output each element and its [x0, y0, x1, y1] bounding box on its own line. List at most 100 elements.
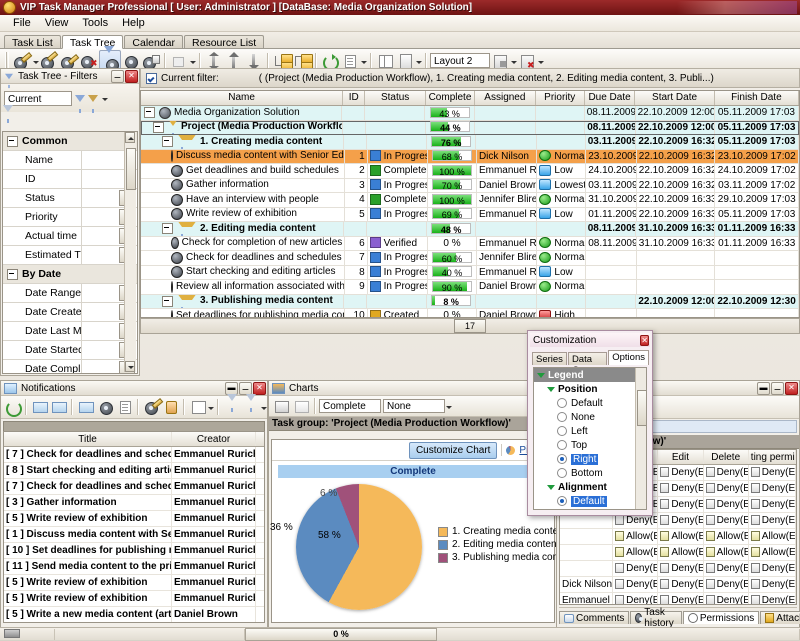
permission-cell[interactable]: Deny(E [658, 593, 703, 605]
radio-option[interactable]: Bottom [534, 466, 635, 480]
filter-row-value[interactable] [81, 227, 119, 245]
save-filter-icon[interactable] [88, 95, 98, 102]
list-item[interactable]: [ 7 ] Check for deadlines and schedulesE… [4, 479, 264, 495]
apply-filter-icon[interactable] [75, 95, 85, 102]
menu-item-help[interactable]: Help [115, 16, 152, 30]
tree-node[interactable]: Legend [534, 368, 635, 382]
permission-cell[interactable]: Deny(E [749, 481, 796, 496]
grid-col-priority[interactable]: Priority [536, 91, 585, 105]
filter-row[interactable]: Date Create [3, 303, 137, 322]
filter-group-by-date[interactable]: By Date [3, 265, 137, 284]
permission-cell[interactable]: Deny(E [704, 481, 749, 496]
permission-cell[interactable]: Deny(E [749, 577, 796, 592]
table-row[interactable]: Allow(EAllow(EAllow(EAllow(E [560, 545, 796, 561]
grid-col-id[interactable]: ID [343, 91, 365, 105]
filters-scroll-thumb[interactable] [126, 148, 136, 190]
tab-resource-list[interactable]: Resource List [184, 35, 264, 48]
customization-scrollbar[interactable] [635, 368, 646, 509]
permission-cell[interactable]: Deny(E [704, 497, 749, 512]
minimize-notifications-button[interactable]: ▬ [225, 382, 238, 395]
menu-item-view[interactable]: View [38, 16, 76, 30]
permission-cell[interactable]: Deny(E [749, 561, 796, 576]
dialog-tab-series[interactable]: Series [532, 352, 567, 365]
filter-row-value[interactable] [81, 246, 119, 264]
permission-cell[interactable]: Deny(E [749, 513, 796, 528]
table-row[interactable]: Set deadlines for publishing media conte… [141, 309, 799, 318]
expander-icon[interactable] [162, 296, 173, 307]
filters-scroll-up[interactable] [125, 132, 135, 143]
permission-cell[interactable]: Allow(E [658, 545, 703, 560]
filter-row-value[interactable] [81, 303, 119, 321]
radio-button[interactable] [557, 454, 567, 464]
list-item[interactable]: [ 10 ] Set deadlines for publishing medi… [4, 543, 264, 559]
new-task-dropdown-arrow[interactable] [32, 52, 39, 70]
perm-col-edit[interactable]: Edit [658, 450, 703, 464]
table-row[interactable]: Media Organization Solution43 %08.11.200… [141, 106, 799, 121]
table-row[interactable]: Dick NilsonDeny(EDeny(EDeny(EDeny(E [560, 577, 796, 593]
perm-col-setting[interactable]: ting permissi [749, 450, 796, 464]
indent-dropdown-arrow[interactable] [189, 52, 196, 70]
filter-row-value[interactable] [81, 208, 119, 226]
tab-task-history[interactable]: Task history [630, 611, 681, 624]
table-row[interactable]: 3. Publishing media content8 %22.10.2009… [141, 295, 799, 310]
filters-scrollbar[interactable] [124, 132, 136, 372]
filter-row[interactable]: Priority [3, 208, 137, 227]
mark-read-icon[interactable] [30, 397, 49, 417]
expander-icon[interactable] [7, 136, 18, 147]
table-row[interactable]: Gather information3In Progress70 %Daniel… [141, 179, 799, 194]
pin-panel-button[interactable]: ⚊ [111, 70, 124, 83]
radio-button[interactable] [557, 496, 567, 506]
radio-option[interactable]: Default [534, 396, 635, 410]
list-item[interactable]: [ 7 ] Check for deadlines and schedulesE… [4, 447, 264, 463]
radio-option[interactable]: Default [534, 494, 635, 508]
permission-cell[interactable]: Allow(E [749, 545, 796, 560]
permission-cell[interactable]: Allow(E [749, 529, 796, 544]
permission-cell[interactable]: Deny(E [704, 513, 749, 528]
menu-item-file[interactable]: File [6, 16, 38, 30]
list-item[interactable]: [ 5 ] Write review of exhibitionEmmanuel… [4, 511, 264, 527]
table-row[interactable]: Check for completion of new articles6Ver… [141, 237, 799, 252]
radio-button[interactable] [557, 412, 567, 422]
minimize-permissions-button[interactable]: ▬ [757, 382, 770, 395]
tab-calendar[interactable]: Calendar [124, 35, 183, 48]
pin-permissions-button[interactable]: ⚊ [771, 382, 784, 395]
tab-permissions[interactable]: Permissions [683, 611, 759, 624]
permission-cell[interactable]: Deny(E [658, 513, 703, 528]
expander-icon[interactable] [162, 136, 173, 147]
customization-dialog[interactable]: Customization ✕ Series Data Groups Optio… [527, 330, 653, 516]
export-dropdown-arrow[interactable] [360, 52, 367, 70]
permission-cell[interactable]: Allow(E [613, 545, 658, 560]
table-row[interactable]: Write review of exhibition5In Progress69… [141, 208, 799, 223]
filter-row-value[interactable] [81, 284, 119, 302]
print-preview-chart-icon[interactable] [291, 396, 311, 416]
notif-col-title[interactable]: Title [4, 432, 172, 446]
tab-comments[interactable]: Comments [559, 611, 629, 624]
permission-cell[interactable]: Deny(E [749, 497, 796, 512]
grid-col-start-date[interactable]: Start Date [635, 91, 714, 105]
close-notifications-button[interactable]: ✕ [253, 382, 266, 395]
permission-cell[interactable]: Allow(E [658, 529, 703, 544]
filter-preset-select[interactable]: Current [4, 91, 72, 106]
table-row[interactable]: Check for deadlines and schedules7In Pro… [141, 251, 799, 266]
perm-col-delete[interactable]: Delete [704, 450, 749, 464]
permission-cell[interactable]: Allow(E [613, 529, 658, 544]
permission-cell[interactable]: Deny(E [704, 561, 749, 576]
permission-cell[interactable]: Deny(E [658, 561, 703, 576]
grid-col-complete[interactable]: Complete [426, 91, 475, 105]
permission-cell[interactable]: Allow(E [704, 529, 749, 544]
radio-option[interactable]: None [534, 410, 635, 424]
tree-node[interactable]: Alignment [534, 480, 635, 494]
table-row[interactable]: Emmanuel RurichDeny(EDeny(EDeny(EDeny(E [560, 593, 796, 605]
expander-icon[interactable] [7, 269, 18, 280]
task-grid-hscroll-thumb[interactable]: 17 [454, 319, 486, 333]
current-filter-checkbox[interactable] [146, 73, 157, 84]
filter-row-value[interactable] [81, 360, 119, 374]
tab-task-tree[interactable]: Task Tree [62, 35, 124, 49]
radio-option[interactable]: Left [534, 424, 635, 438]
list-item[interactable]: [ 3 ] Gather informationEmmanuel Ruricho… [4, 495, 264, 511]
tree-node[interactable]: Position [534, 382, 635, 396]
task-grid-hscroll[interactable]: 17 [140, 318, 800, 334]
table-row[interactable]: Have an interview with people4Completed1… [141, 193, 799, 208]
layout-select[interactable]: Layout 2 [430, 53, 490, 68]
expander-icon[interactable] [153, 122, 164, 133]
